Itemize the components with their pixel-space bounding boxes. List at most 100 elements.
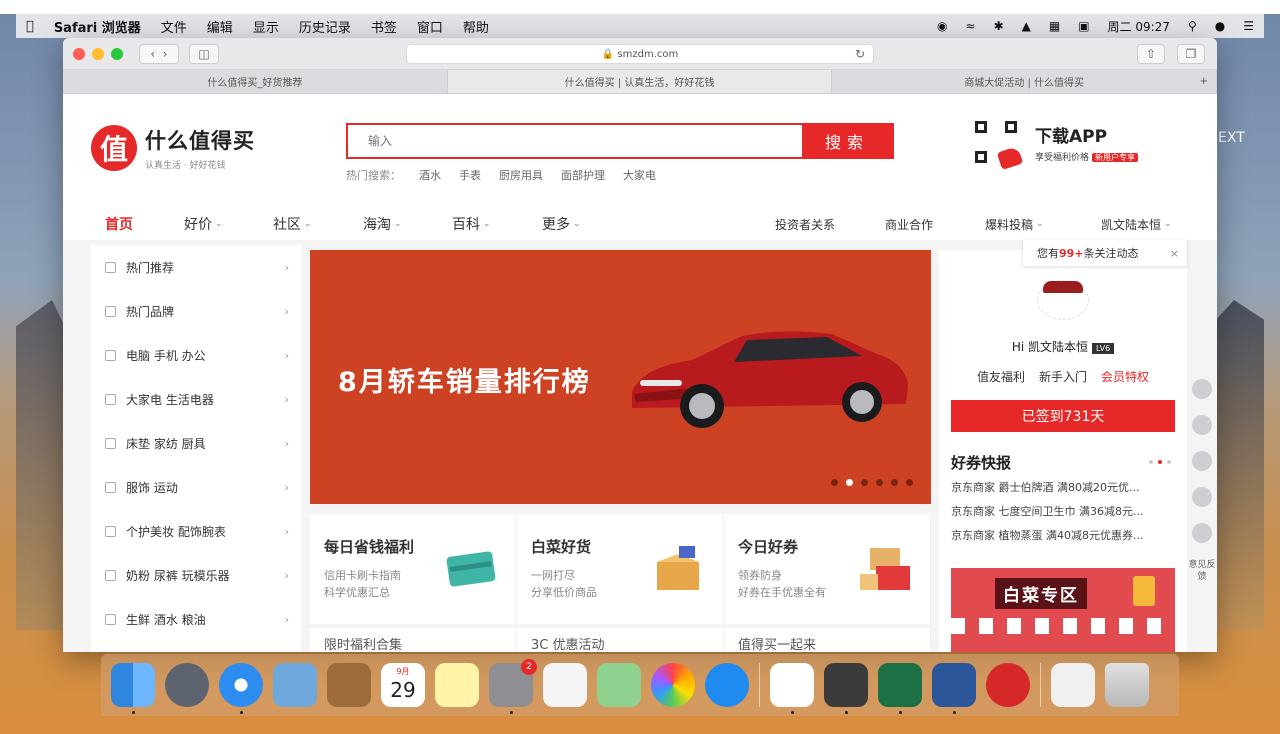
chat-icon[interactable] bbox=[1192, 487, 1212, 507]
link-vip[interactable]: 会员特权 bbox=[1101, 368, 1149, 385]
dot[interactable] bbox=[1167, 460, 1171, 464]
calendar-app-icon[interactable]: 9月 29 bbox=[381, 663, 425, 707]
menu-edit[interactable]: 编辑 bbox=[207, 17, 233, 36]
nav-deals[interactable]: 好价 ⌄ bbox=[184, 214, 223, 234]
feedback-link[interactable]: 意见反馈 bbox=[1187, 559, 1217, 583]
safari-icon[interactable] bbox=[219, 663, 263, 714]
clock[interactable]: 周二 09:27 bbox=[1108, 18, 1170, 35]
nav-business[interactable]: 商业合作 bbox=[885, 216, 933, 233]
dot[interactable] bbox=[1149, 460, 1153, 464]
nav-community[interactable]: 社区 ⌄ bbox=[273, 214, 312, 234]
bluetooth-icon[interactable]: ✱ bbox=[994, 19, 1004, 33]
hero-banner[interactable]: 8月轿车销量排行榜 bbox=[310, 250, 931, 504]
finder-icon[interactable] bbox=[111, 663, 155, 714]
card-title[interactable]: 3C 优惠活动 bbox=[517, 628, 724, 652]
list-item[interactable]: 京东商家 植物蒸蛋 满40减8元优惠券... bbox=[951, 524, 1177, 548]
excel-icon[interactable] bbox=[878, 663, 922, 714]
menu-history[interactable]: 历史记录 bbox=[299, 17, 351, 36]
menu-bookmarks[interactable]: 书签 bbox=[371, 17, 397, 36]
nav-investor[interactable]: 投资者关系 bbox=[775, 216, 835, 233]
hot-term[interactable]: 手表 bbox=[459, 167, 481, 183]
menu-view[interactable]: 显示 bbox=[253, 17, 279, 36]
photos-icon[interactable] bbox=[651, 663, 695, 707]
sidebar-toggle-icon[interactable]: ◫ bbox=[189, 43, 219, 64]
username[interactable]: Hi 凯文陆本恒 LV6 bbox=[939, 338, 1187, 355]
site-logo[interactable]: 值 什么值得买 认真生活 · 好好花钱 bbox=[91, 125, 255, 171]
sidebar-item[interactable]: 服饰 运动 › bbox=[91, 465, 301, 509]
avatar[interactable] bbox=[1037, 280, 1089, 320]
zoom-icon[interactable] bbox=[111, 47, 123, 60]
carousel-dot[interactable] bbox=[906, 479, 913, 486]
nav-submit[interactable]: 爆料投稿 ⌄ bbox=[985, 216, 1044, 233]
app-store-icon[interactable] bbox=[705, 663, 749, 707]
refresh-icon[interactable] bbox=[1192, 523, 1212, 543]
tab-1[interactable]: 什么值得买_好货推荐 bbox=[63, 70, 448, 93]
weibo-icon[interactable] bbox=[1192, 379, 1212, 399]
search-input[interactable] bbox=[348, 125, 802, 157]
nav-wiki[interactable]: 百科 ⌄ bbox=[452, 214, 491, 234]
trash-icon[interactable] bbox=[1105, 663, 1149, 707]
carousel-dot[interactable] bbox=[891, 479, 898, 486]
nav-home[interactable]: 首页 bbox=[105, 214, 133, 234]
status-icon[interactable]: ◉ bbox=[937, 19, 947, 33]
card-coupons[interactable]: 今日好券 领券防身 好券在手优惠全有 bbox=[724, 514, 931, 624]
signin-button[interactable]: 已签到731天 bbox=[951, 400, 1175, 432]
close-icon[interactable] bbox=[73, 47, 85, 60]
sidebar-item[interactable]: 电脑 手机 办公 › bbox=[91, 333, 301, 377]
menu-help[interactable]: 帮助 bbox=[463, 17, 489, 36]
menu-window[interactable]: 窗口 bbox=[417, 17, 443, 36]
card-cheap[interactable]: 白菜好货 一网打尽 分享低价商品 bbox=[517, 514, 724, 624]
notes-icon[interactable] bbox=[435, 663, 479, 707]
wechat-icon[interactable] bbox=[1192, 415, 1212, 435]
app-download[interactable]: 下载APP 享受福利价格 新用户专享 bbox=[975, 121, 1139, 170]
list-item[interactable]: 京东商家 爵士伯牌酒 满80减20元优... bbox=[951, 476, 1177, 500]
hot-term[interactable]: 大家电 bbox=[623, 167, 656, 183]
minimize-icon[interactable] bbox=[92, 47, 104, 60]
contacts-icon[interactable] bbox=[327, 663, 371, 707]
word-icon[interactable] bbox=[932, 663, 976, 714]
reload-icon[interactable]: ↻ bbox=[855, 47, 865, 61]
calendar-icon[interactable]: ▣ bbox=[1078, 19, 1089, 33]
card-title[interactable]: 值得买一起来 bbox=[724, 628, 931, 652]
share-icon[interactable]: ⇧ bbox=[1137, 44, 1165, 64]
hot-term[interactable]: 酒水 bbox=[419, 167, 441, 183]
input-method-icon[interactable]: ▦ bbox=[1049, 19, 1060, 33]
notification-popover[interactable]: 您有 99+ 条关注动态 × bbox=[1023, 240, 1187, 266]
nav-overseas[interactable]: 海淘 ⌄ bbox=[363, 214, 402, 234]
menu-app[interactable]: Safari 浏览器 bbox=[54, 17, 141, 36]
preview-icon[interactable] bbox=[273, 663, 317, 707]
back-forward-buttons[interactable]: ‹ › bbox=[139, 43, 179, 64]
sidebar-item[interactable]: 热门品牌 › bbox=[91, 289, 301, 333]
search-button[interactable]: 搜索 bbox=[802, 125, 892, 157]
carousel-dot[interactable] bbox=[846, 479, 853, 486]
card-savings[interactable]: 每日省钱福利 信用卡刷卡指南 科学优惠汇总 bbox=[310, 514, 517, 624]
final-cut-icon[interactable] bbox=[824, 663, 868, 714]
wifi-icon[interactable]: ≈ bbox=[966, 19, 976, 33]
phone-icon[interactable] bbox=[1192, 451, 1212, 471]
reminders-icon[interactable] bbox=[543, 663, 587, 707]
link-welfare[interactable]: 值友福利 bbox=[977, 368, 1025, 385]
hot-term[interactable]: 厨房用具 bbox=[499, 167, 543, 183]
spotlight-icon[interactable]: ⚲ bbox=[1188, 19, 1197, 33]
sidebar-item[interactable]: 奶粉 尿裤 玩模乐器 › bbox=[91, 553, 301, 597]
new-tab-icon[interactable]: + bbox=[1200, 76, 1208, 87]
nav-more[interactable]: 更多 ⌄ bbox=[542, 214, 581, 234]
sidebar-item[interactable]: 生鲜 酒水 粮油 › bbox=[91, 597, 301, 641]
close-icon[interactable]: × bbox=[1170, 247, 1179, 260]
airplay-icon[interactable]: ▲ bbox=[1022, 19, 1031, 33]
carousel-dot[interactable] bbox=[876, 479, 883, 486]
sidebar-item[interactable]: 个护美妆 配饰腕表 › bbox=[91, 509, 301, 553]
bear-app-icon[interactable] bbox=[986, 663, 1030, 707]
downloads-stack-icon[interactable] bbox=[1051, 663, 1095, 707]
nav-user[interactable]: 凯文陆本恒 ⌄ bbox=[1101, 216, 1172, 233]
carousel-dot[interactable] bbox=[831, 479, 838, 486]
link-newbie[interactable]: 新手入门 bbox=[1039, 368, 1087, 385]
baidu-netdisk-icon[interactable] bbox=[770, 663, 814, 714]
tab-2[interactable]: 什么值得买 | 认真生活，好好花钱 bbox=[447, 70, 833, 93]
dot[interactable] bbox=[1158, 460, 1162, 464]
card-title[interactable]: 限时福利合集 bbox=[310, 628, 517, 652]
sidebar-item[interactable]: 大家电 生活电器 › bbox=[91, 377, 301, 421]
carousel-dot[interactable] bbox=[861, 479, 868, 486]
cabbage-zone-banner[interactable]: 白菜专区 bbox=[951, 568, 1175, 652]
tabs-overview-icon[interactable]: ❐ bbox=[1177, 44, 1205, 64]
